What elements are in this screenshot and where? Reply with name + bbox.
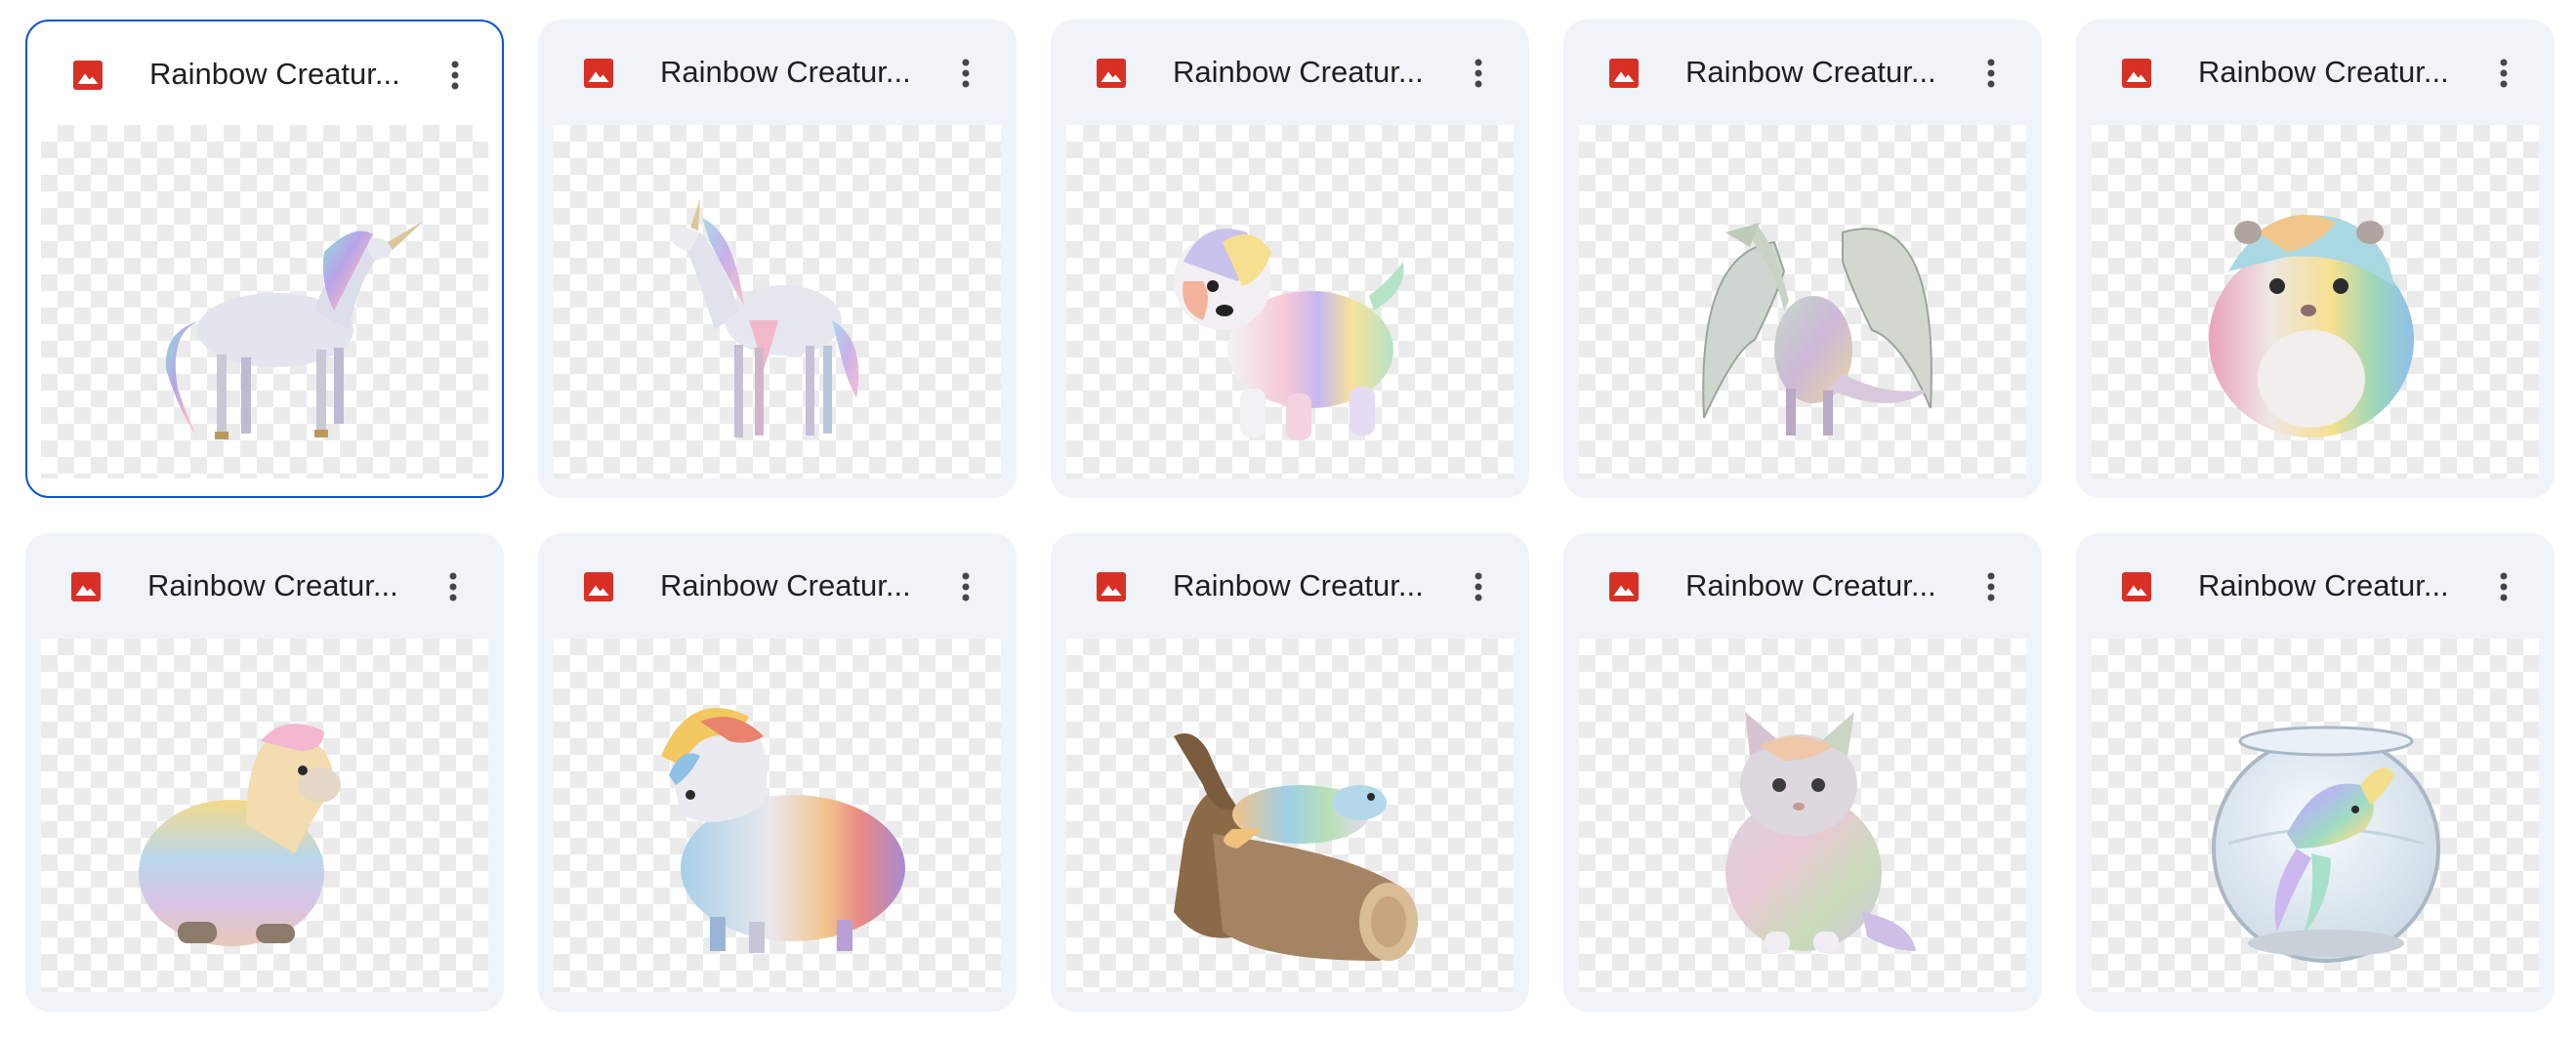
file-card-header: Rainbow Creatur... [1051,533,1529,637]
lizard-on-log-image [1174,733,1418,961]
more-options-button[interactable] [2476,560,2531,614]
file-card[interactable]: Rainbow Creatur... [25,20,504,498]
file-card-header: Rainbow Creatur... [1051,20,1529,123]
more-options-button[interactable] [1451,560,1506,614]
image-file-icon [1097,59,1126,88]
file-card-header: Rainbow Creatur... [538,533,1017,637]
file-card[interactable]: Rainbow Creatur... [1563,20,2042,498]
file-title: Rainbow Creatur... [1173,568,1424,602]
image-file-icon [73,61,103,90]
file-card[interactable]: Rainbow Creatur... [2076,20,2555,498]
file-card[interactable]: Rainbow Creatur... [1563,533,2042,1012]
file-thumbnail[interactable] [2092,125,2539,478]
file-card-header: Rainbow Creatur... [1563,20,2042,123]
more-vert-icon [1475,572,1482,601]
file-thumbnail[interactable] [41,125,488,478]
file-title: Rainbow Creatur... [660,568,911,602]
llama-image [139,724,341,946]
more-options-button[interactable] [1964,560,2018,614]
image-file-icon [584,59,613,88]
file-card-header: Rainbow Creatur... [27,21,502,125]
more-vert-icon [962,59,970,88]
unicorn-image [165,221,424,439]
file-thumbnail[interactable] [2092,639,2539,992]
file-thumbnail[interactable] [1579,125,2026,478]
file-card[interactable]: Rainbow Creatur... [1051,20,1529,498]
more-options-button[interactable] [938,46,993,101]
file-title: Rainbow Creatur... [2198,568,2449,602]
more-options-button[interactable] [938,560,993,614]
file-thumbnail[interactable] [1066,639,1514,992]
image-file-icon [1609,572,1639,601]
file-card-header: Rainbow Creatur... [25,533,504,637]
more-options-button[interactable] [426,560,480,614]
more-options-button[interactable] [428,48,482,103]
file-card[interactable]: Rainbow Creatur... [538,20,1017,498]
yak-image [661,708,905,953]
file-card-header: Rainbow Creatur... [2076,20,2555,123]
file-title: Rainbow Creatur... [2198,55,2449,89]
image-file-icon [584,572,613,601]
more-vert-icon [1987,59,1995,88]
file-title: Rainbow Creatur... [1685,55,1936,89]
cat-image [1725,712,1916,953]
more-options-button[interactable] [1964,46,2018,101]
file-card[interactable]: Rainbow Creatur... [1051,533,1529,1012]
file-card[interactable]: Rainbow Creatur... [538,533,1017,1012]
dragon-image [1702,223,1932,436]
file-card[interactable]: Rainbow Creatur... [25,533,504,1012]
image-file-icon [2122,59,2151,88]
file-card-header: Rainbow Creatur... [2076,533,2555,637]
more-vert-icon [2500,572,2508,601]
file-thumbnail[interactable] [41,639,488,992]
file-card[interactable]: Rainbow Creatur... [2076,533,2555,1012]
file-title: Rainbow Creatur... [660,55,911,89]
file-title: Rainbow Creatur... [147,568,398,602]
image-file-icon [1097,572,1126,601]
file-card-header: Rainbow Creatur... [1563,533,2042,637]
more-vert-icon [1475,59,1482,88]
unicorn-image [669,198,859,437]
more-vert-icon [962,572,970,601]
more-options-button[interactable] [1451,46,1506,101]
file-title: Rainbow Creatur... [1685,568,1936,602]
fish-in-bowl-image [2212,726,2440,963]
file-title: Rainbow Creatur... [149,57,400,91]
image-file-icon [71,572,101,601]
more-vert-icon [451,61,459,90]
hamster-image [2209,215,2414,437]
more-vert-icon [449,572,457,601]
file-thumbnail[interactable] [1066,125,1514,478]
image-file-icon [2122,572,2151,601]
file-title: Rainbow Creatur... [1173,55,1424,89]
file-card-header: Rainbow Creatur... [538,20,1017,123]
dog-image [1174,228,1404,440]
file-thumbnail[interactable] [1579,639,2026,992]
file-thumbnail[interactable] [554,639,1001,992]
file-grid: Rainbow Creatur... Rainbow Creatur... Ra… [25,20,2555,1012]
more-vert-icon [2500,59,2508,88]
image-file-icon [1609,59,1639,88]
more-options-button[interactable] [2476,46,2531,101]
more-vert-icon [1987,572,1995,601]
file-thumbnail[interactable] [554,125,1001,478]
